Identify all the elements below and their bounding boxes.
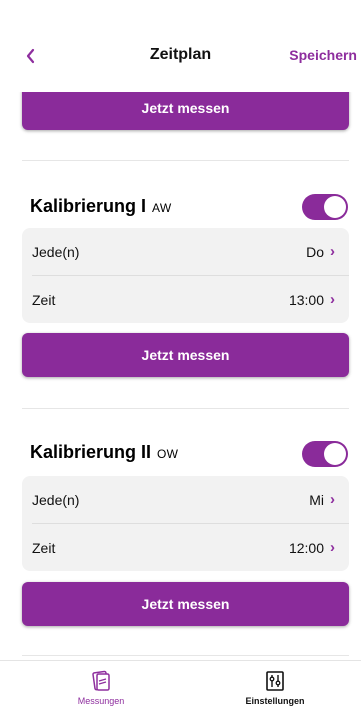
top-bar: Zeitplan Speichern xyxy=(0,0,361,92)
nav-tab-settings-label: Einstellungen xyxy=(245,696,305,706)
nav-tab-measurements[interactable]: Messungen xyxy=(41,669,161,706)
toggle-knob xyxy=(324,443,346,465)
bottom-navigation: Messungen Einstellungen xyxy=(0,660,361,722)
section-title-text: Kalibrierung I xyxy=(30,196,147,216)
section-title-text: Kalibrierung II xyxy=(30,442,152,462)
chevron-right-icon: › xyxy=(330,491,335,508)
toggle-knob xyxy=(324,196,346,218)
time-label: Zeit xyxy=(32,539,56,556)
nav-tab-measurements-label: Messungen xyxy=(77,696,125,706)
time-value: 12:00 xyxy=(288,539,324,556)
calibration-2-time-row[interactable]: Zeit 12:00 › xyxy=(22,524,349,571)
chevron-right-icon: › xyxy=(330,243,335,260)
time-value: 13:00 xyxy=(288,291,324,308)
measure-now-label: Jetzt messen xyxy=(141,347,230,363)
calibration-2-day-row[interactable]: Jede(n) Mi › xyxy=(22,476,349,523)
calibration-1-settings-card: Jede(n) Do › Zeit 13:00 › xyxy=(22,228,349,323)
calibration-2-toggle[interactable] xyxy=(302,441,348,467)
day-label: Jede(n) xyxy=(32,243,80,260)
day-value-group: Do › xyxy=(306,244,335,260)
section-title-calibration-1: Kalibrierung I AW xyxy=(30,196,172,217)
chevron-right-icon: › xyxy=(330,539,335,556)
calibration-1-toggle[interactable] xyxy=(302,194,348,220)
time-label: Zeit xyxy=(32,291,56,308)
day-value: Mi xyxy=(309,491,324,508)
nav-tab-settings[interactable]: Einstellungen xyxy=(215,669,335,706)
calibration-1-time-row[interactable]: Zeit 13:00 › xyxy=(22,276,349,323)
schedule-scroll-area[interactable]: Jetzt messen Kalibrierung I AW Jede(n) Do… xyxy=(0,0,361,658)
measure-now-label: Jetzt messen xyxy=(141,100,230,116)
section-divider xyxy=(22,160,349,161)
time-value-group: 13:00 › xyxy=(289,292,335,308)
section-title-calibration-2: Kalibrierung II OW xyxy=(30,442,178,463)
settings-sliders-icon xyxy=(266,671,284,691)
time-value-group: 12:00 › xyxy=(289,540,335,556)
calibration-1-day-row[interactable]: Jede(n) Do › xyxy=(22,228,349,275)
save-button[interactable]: Speichern xyxy=(289,47,357,63)
measure-now-button-top[interactable]: Jetzt messen xyxy=(22,86,349,130)
chevron-right-icon: › xyxy=(330,291,335,308)
calibration-2-measure-now-button[interactable]: Jetzt messen xyxy=(22,582,349,626)
calibration-2-settings-card: Jede(n) Mi › Zeit 12:00 › xyxy=(22,476,349,571)
section-tag: AW xyxy=(152,201,172,215)
schedule-screen: Jetzt messen Kalibrierung I AW Jede(n) Do… xyxy=(0,0,361,722)
day-value: Do xyxy=(306,243,324,260)
section-tag: OW xyxy=(157,447,179,461)
section-divider xyxy=(22,655,349,656)
day-value-group: Mi › xyxy=(309,492,335,508)
section-divider xyxy=(22,408,349,409)
calibration-1-measure-now-button[interactable]: Jetzt messen xyxy=(22,333,349,377)
day-label: Jede(n) xyxy=(32,491,80,508)
measure-now-label: Jetzt messen xyxy=(141,596,230,612)
measurements-icon xyxy=(92,670,110,691)
